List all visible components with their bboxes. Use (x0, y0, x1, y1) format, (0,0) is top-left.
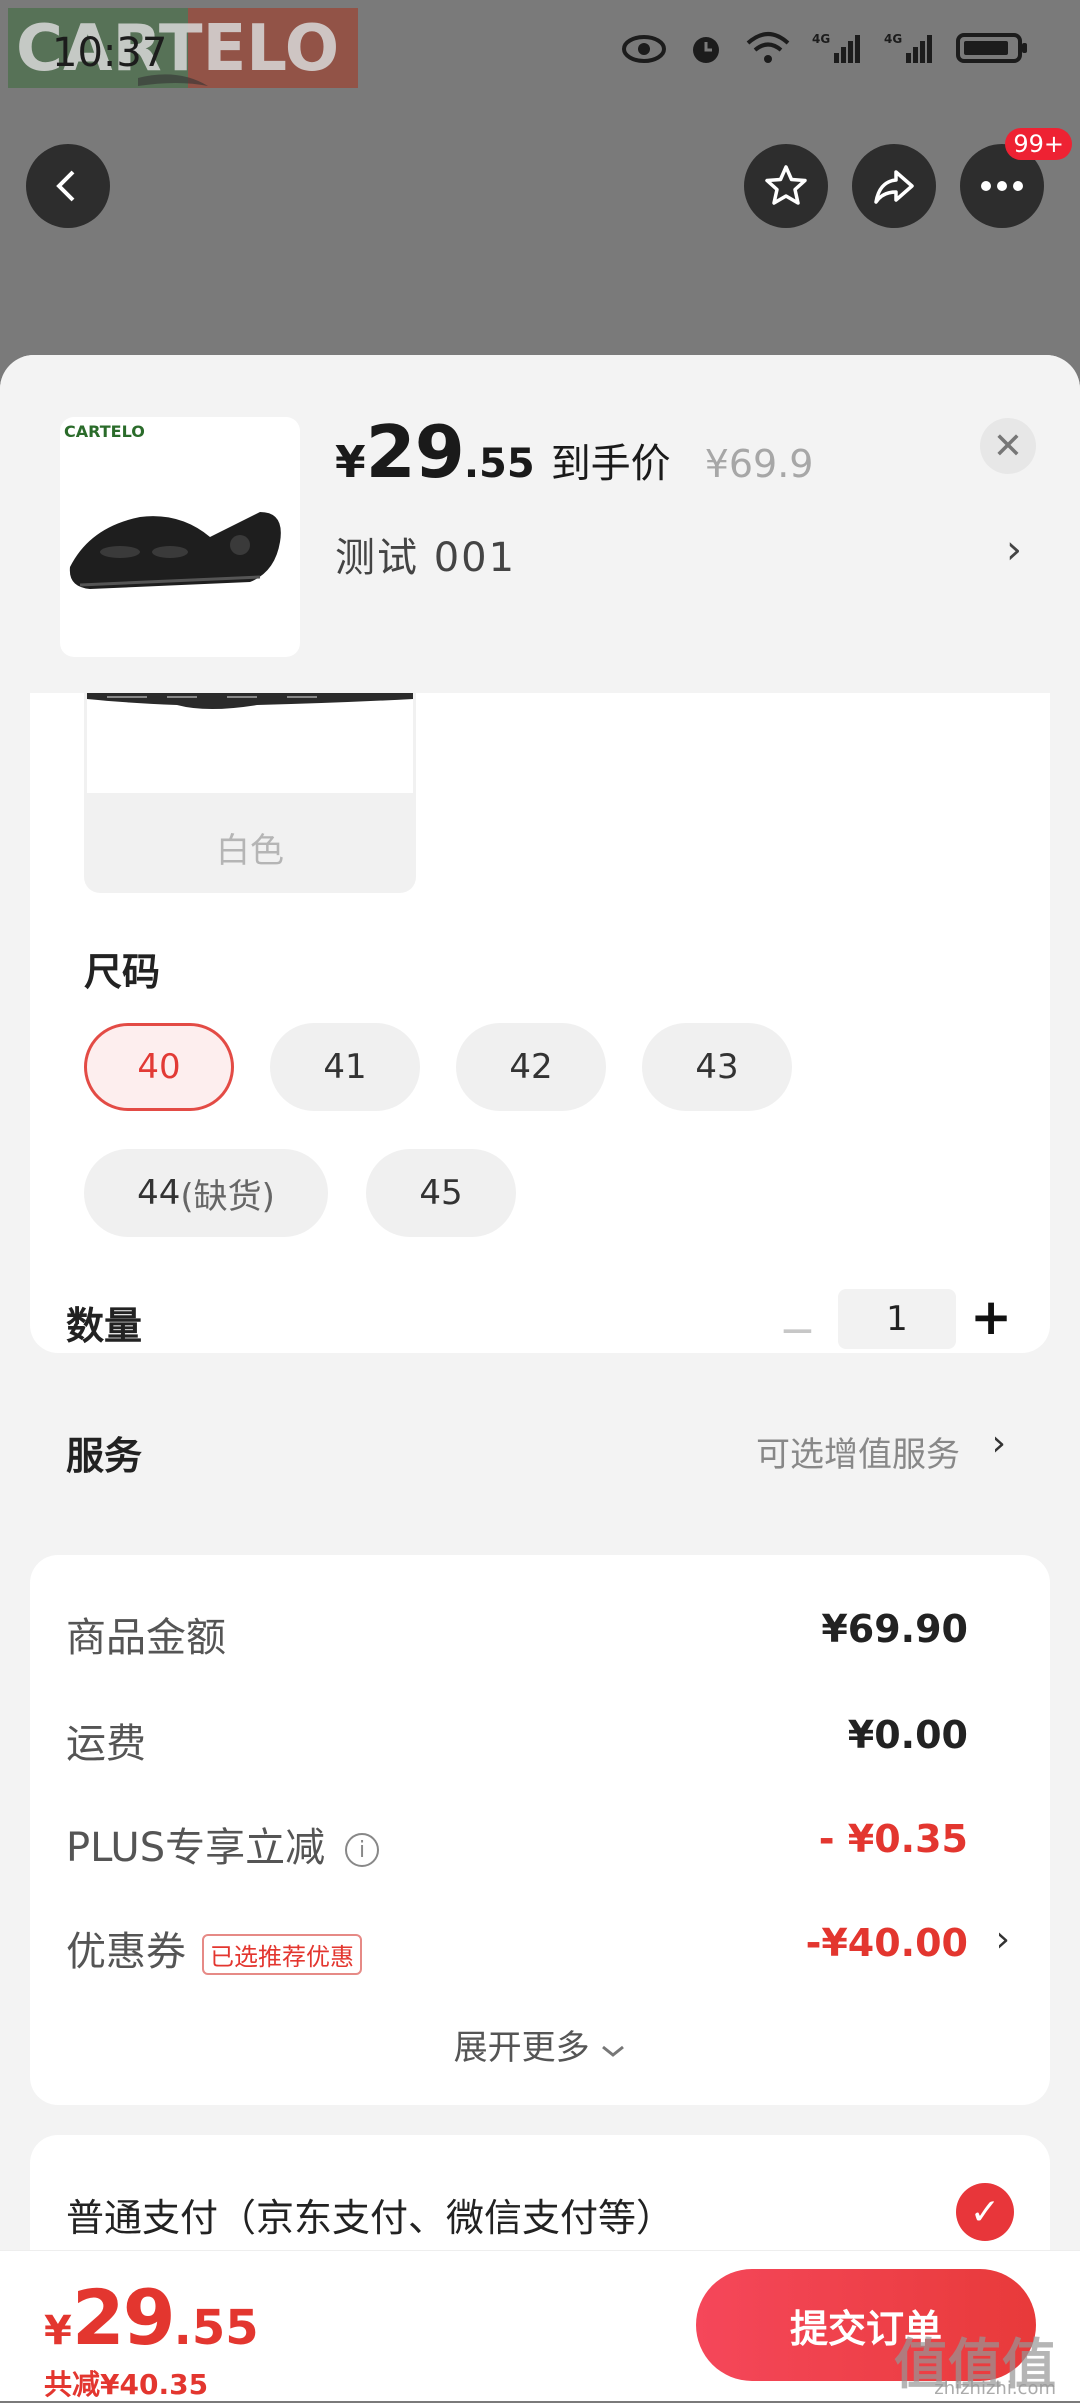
back-button[interactable] (26, 144, 110, 228)
quantity-increase-button[interactable]: + (970, 1288, 1012, 1346)
size-title: 尺码 (84, 950, 161, 994)
sku-bottom-sheet: CARTELO ¥ 29 .55 到手价 ¥69.9 ✕ 测试 001 › 白色… (0, 355, 1080, 2400)
service-value: 可选增值服务 (756, 1435, 960, 1475)
goods-amount-label: 商品金额 (66, 1615, 226, 1661)
size-option-45[interactable]: 45 (366, 1149, 516, 1237)
price-integer: 29 (365, 410, 465, 494)
share-button[interactable] (852, 144, 936, 228)
color-swatch-selected[interactable]: 白色 (84, 693, 416, 893)
status-icons: 4G 4G (622, 30, 1028, 75)
payment-method-label[interactable]: 普通支付（京东支付、微信支付等） (66, 2187, 674, 2242)
signal-4g-icon: 4G (884, 31, 934, 74)
more-dots-icon (981, 181, 1023, 191)
favorite-button[interactable] (744, 144, 828, 228)
more-button[interactable]: 99+ (960, 128, 1072, 228)
quantity-decrease-button[interactable]: − (779, 1305, 816, 1356)
more-badge: 99+ (1005, 128, 1072, 160)
goods-amount-value: ¥69.90 (821, 1607, 968, 1651)
signal-4g-icon: 4G (812, 31, 862, 74)
svg-text:4G: 4G (812, 32, 830, 46)
total-price: ¥ 29 .55 (44, 2273, 259, 2362)
size-option-41[interactable]: 41 (270, 1023, 420, 1111)
svg-text:CARTELO: CARTELO (64, 422, 145, 441)
watermark-url: zhizhizhi.com (934, 2378, 1056, 2399)
price-breakdown-card: 商品金额 ¥69.90 运费 ¥0.00 PLUS专享立减 i - ¥0.35 优… (30, 1555, 1050, 2105)
total-currency: ¥ (44, 2308, 72, 2354)
share-icon (874, 170, 914, 204)
sheet-header: CARTELO ¥ 29 .55 到手价 ¥69.9 ✕ 测试 001 › (0, 355, 1080, 693)
chevron-right-icon[interactable]: › (1006, 527, 1022, 573)
price-row: ¥ 29 .55 到手价 ¥69.9 (335, 410, 813, 494)
star-icon (765, 165, 807, 205)
background-product-page: CARTELO 10:37 4G 4G 99+ (0, 0, 1080, 360)
coupon-text: 优惠券 (66, 1929, 186, 1975)
coupon-label: 优惠券 已选推荐优惠 (66, 1919, 362, 1977)
price-tag: 到手价 (550, 441, 671, 487)
chevron-right-icon: › (991, 1423, 1006, 1464)
chevron-left-icon (56, 170, 75, 202)
price-decimal: .55 (463, 441, 535, 487)
price-currency: ¥ (335, 437, 366, 488)
total-integer: 29 (71, 2273, 176, 2362)
quantity-input[interactable]: 1 (838, 1289, 956, 1349)
shipping-value: ¥0.00 (847, 1713, 968, 1757)
shipping-label: 运费 (66, 1721, 146, 1767)
eye-icon (622, 33, 666, 73)
service-row[interactable]: 可选增值服务 › (30, 1385, 1050, 1525)
battery-icon (956, 31, 1028, 74)
status-time: 10:37 (52, 30, 168, 76)
wifi-icon (746, 31, 790, 74)
options-card: 白色 尺码 40 41 42 43 44 (缺货) 45 数量 − 1 + (30, 693, 1050, 1356)
check-icon[interactable]: ✓ (956, 2183, 1014, 2241)
alarm-icon (688, 30, 724, 75)
original-price: ¥69.9 (704, 442, 814, 486)
product-thumbnail[interactable]: CARTELO (60, 417, 300, 657)
size-option-42[interactable]: 42 (456, 1023, 606, 1111)
size-option-43[interactable]: 43 (642, 1023, 792, 1111)
color-label: 白色 (216, 831, 284, 871)
out-of-stock-label: (缺货) (180, 1176, 275, 1217)
plus-discount-label: PLUS专享立减 i (66, 1815, 380, 1873)
close-button[interactable]: ✕ (980, 418, 1036, 474)
chevron-right-icon[interactable]: › (996, 1919, 1010, 1960)
svg-text:4G: 4G (884, 32, 902, 46)
info-icon[interactable]: i (345, 1833, 380, 1867)
coupon-value[interactable]: -¥40.00 (806, 1921, 968, 1965)
size-option-44-out-of-stock[interactable]: 44 (缺货) (84, 1149, 328, 1237)
plus-discount-text: PLUS专享立减 (66, 1825, 326, 1871)
expand-more-label: 展开更多 (453, 2028, 590, 2068)
total-decimal: .55 (173, 2300, 259, 2356)
chevron-down-icon (602, 2045, 625, 2057)
swatch-image (87, 693, 413, 793)
quantity-title: 数量 (66, 1304, 143, 1348)
variant-selector[interactable]: 测试 001 (335, 525, 516, 583)
coupon-recommend-tag: 已选推荐优惠 (202, 1933, 362, 1975)
total-saved: 共减¥40.35 (44, 2368, 209, 2401)
expand-more-button[interactable]: 展开更多 (30, 2020, 1050, 2069)
size-option-40[interactable]: 40 (84, 1023, 234, 1111)
close-icon: ✕ (992, 425, 1024, 467)
plus-discount-value: - ¥0.35 (818, 1817, 968, 1861)
size-option-44-label: 44 (137, 1173, 181, 1213)
